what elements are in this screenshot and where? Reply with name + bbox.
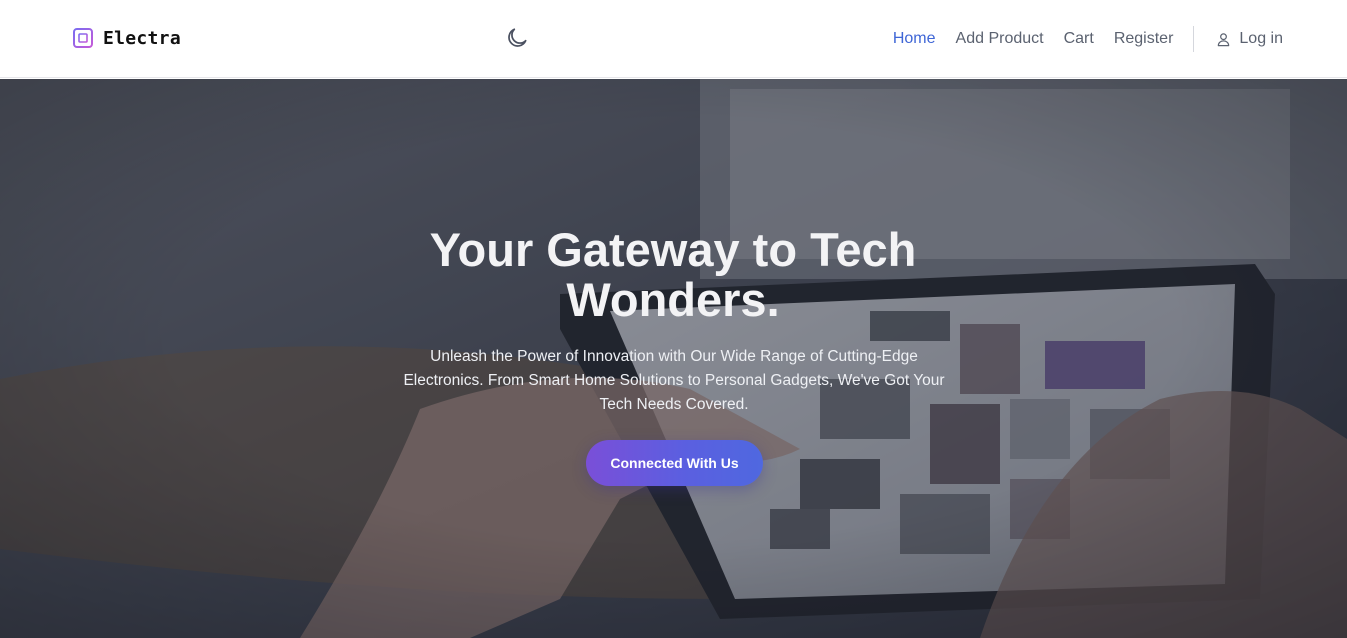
brand-name: Electra <box>103 27 181 49</box>
nav-cart-link[interactable]: Cart <box>1064 30 1094 48</box>
nav-add-product-link[interactable]: Add Product <box>956 30 1044 48</box>
cpu-chip-icon <box>70 25 96 51</box>
nav-home-link[interactable]: Home <box>893 30 936 48</box>
login-link[interactable]: Log in <box>1216 30 1283 48</box>
hero-content: Your Gateway to Tech Wonders. Unleash th… <box>0 79 1347 638</box>
navbar: Electra Home Add Product Cart Register L… <box>0 0 1347 78</box>
hero-section: Your Gateway to Tech Wonders. Unleash th… <box>0 79 1347 638</box>
moon-icon[interactable] <box>504 25 530 51</box>
login-label: Log in <box>1239 30 1283 47</box>
brand-logo-link[interactable]: Electra <box>69 24 181 52</box>
nav-divider <box>1193 26 1195 52</box>
hero-title: Your Gateway to Tech Wonders. <box>429 223 917 326</box>
user-icon <box>1218 32 1230 46</box>
hero-subtitle: Unleash the Power of Innovation with Our… <box>403 348 945 413</box>
connect-with-us-button[interactable]: Connected With Us <box>586 440 763 486</box>
nav-links: Home Add Product Cart Register Log in <box>893 0 1283 78</box>
nav-register-link[interactable]: Register <box>1114 30 1174 48</box>
